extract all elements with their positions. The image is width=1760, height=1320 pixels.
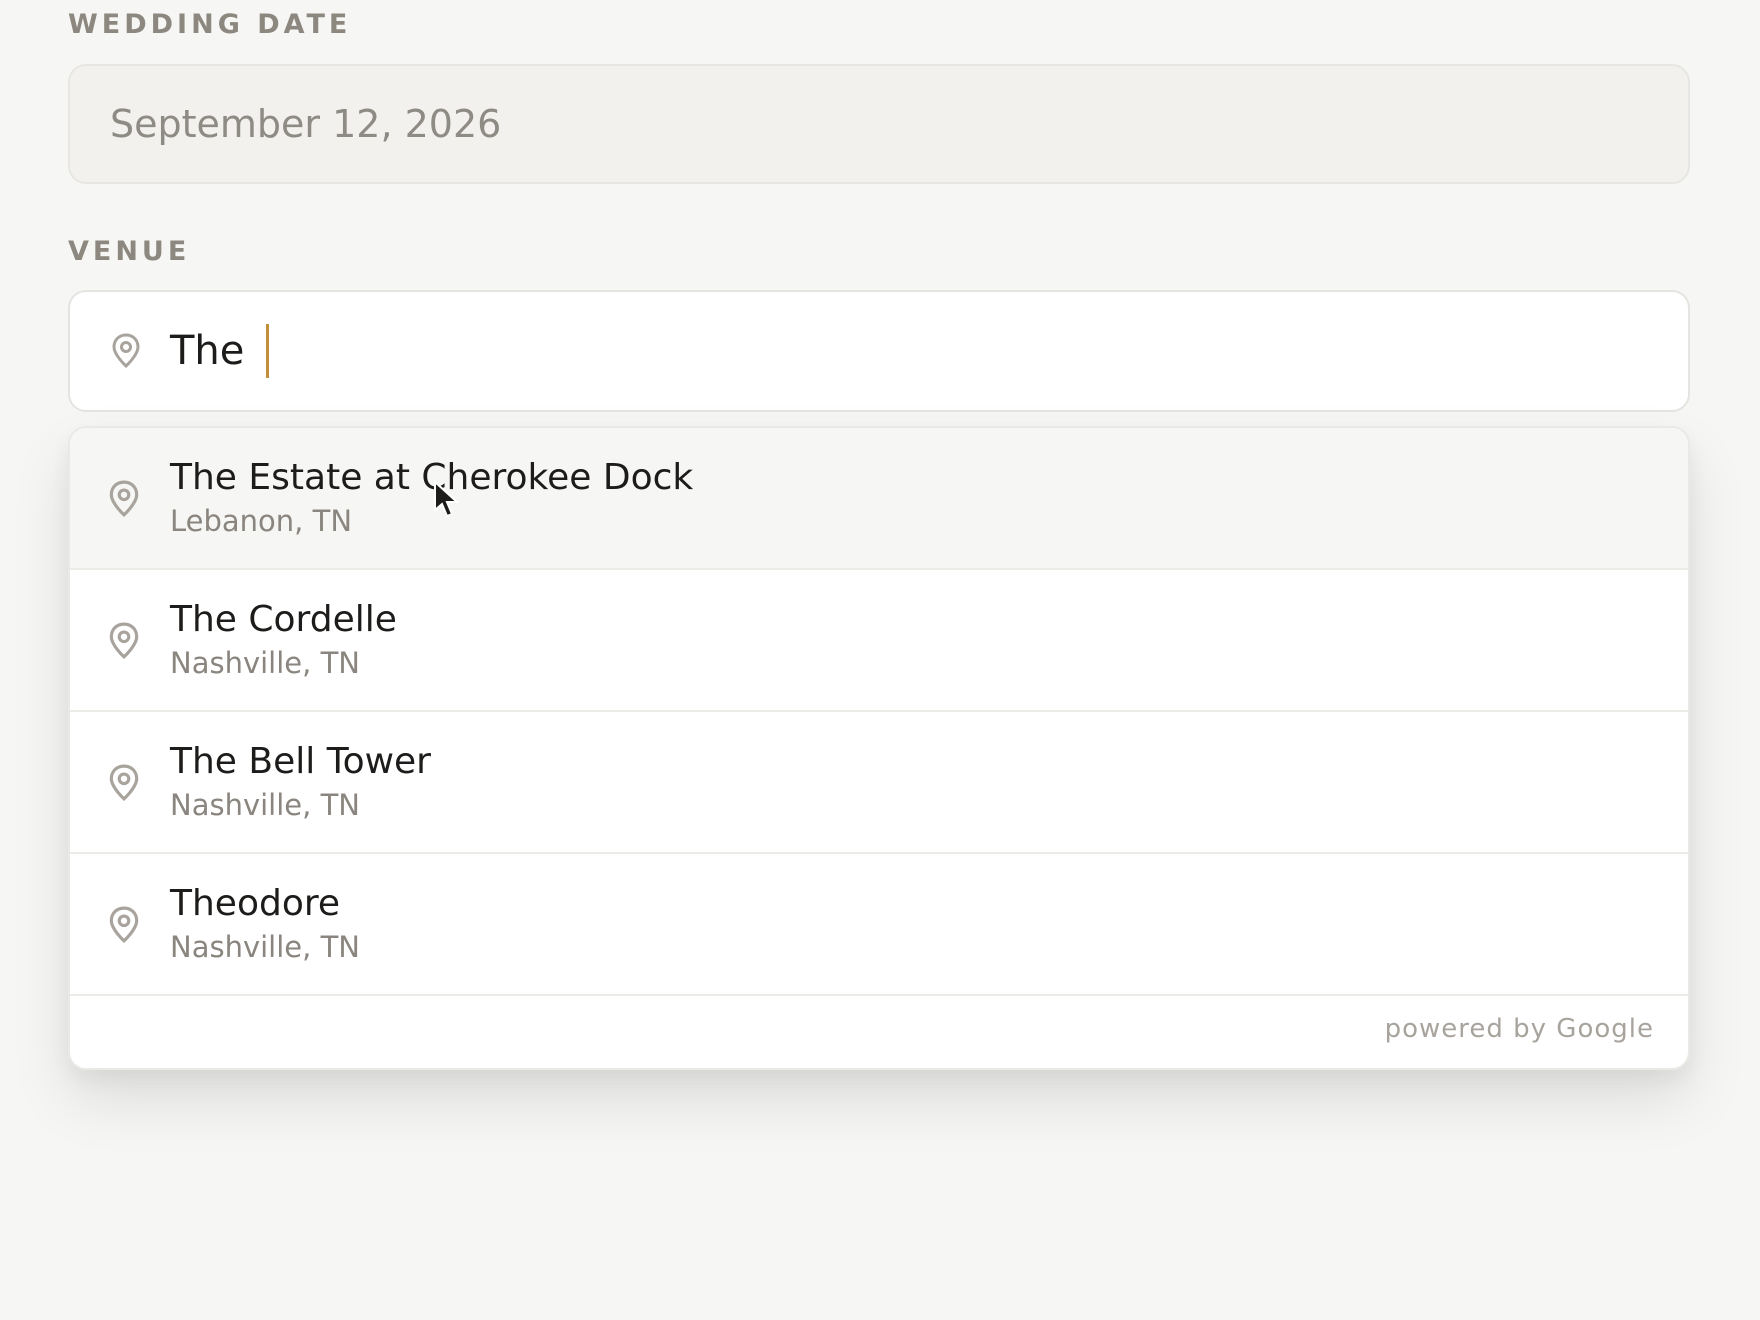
- map-pin-icon: [109, 764, 139, 801]
- venue-suggestions-dropdown: The Estate at Cherokee Dock Lebanon, TN …: [68, 426, 1690, 1070]
- suggestion-item[interactable]: The Bell Tower Nashville, TN: [70, 712, 1688, 854]
- suggestion-name: The Cordelle: [170, 599, 397, 640]
- dropdown-footer: powered by Google: [70, 996, 1688, 1066]
- suggestion-city: Nashville, TN: [170, 930, 360, 964]
- map-pin-icon: [109, 622, 139, 659]
- wedding-date-label: WEDDING DATE: [68, 9, 352, 40]
- suggestion-city: Nashville, TN: [170, 646, 360, 680]
- map-pin-icon: [109, 480, 139, 517]
- mouse-pointer-icon: [434, 480, 460, 518]
- text-caret: [266, 324, 270, 378]
- wedding-date-field[interactable]: September 12, 2026: [68, 64, 1690, 184]
- suggestion-name: The Bell Tower: [170, 741, 431, 782]
- suggestion-name: Theodore: [170, 883, 341, 924]
- venue-search-field[interactable]: The: [68, 290, 1690, 412]
- map-pin-icon: [109, 906, 139, 943]
- venue-search-input[interactable]: The: [170, 328, 244, 374]
- suggestion-city: Nashville, TN: [170, 788, 360, 822]
- suggestion-item[interactable]: Theodore Nashville, TN: [70, 854, 1688, 996]
- powered-by-google: powered by Google: [1384, 1014, 1654, 1044]
- suggestion-item[interactable]: The Cordelle Nashville, TN: [70, 570, 1688, 712]
- wedding-date-value: September 12, 2026: [110, 102, 502, 146]
- suggestion-item[interactable]: The Estate at Cherokee Dock Lebanon, TN: [70, 428, 1688, 570]
- venue-label: VENUE: [68, 236, 191, 267]
- map-pin-icon: [110, 332, 142, 370]
